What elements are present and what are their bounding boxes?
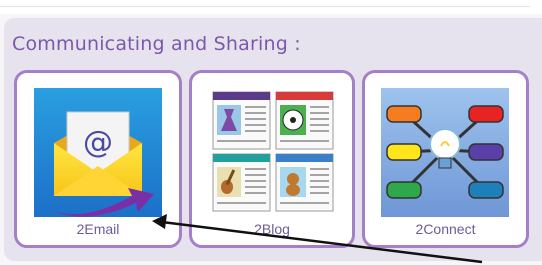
annotation-arrow bbox=[152, 214, 483, 264]
